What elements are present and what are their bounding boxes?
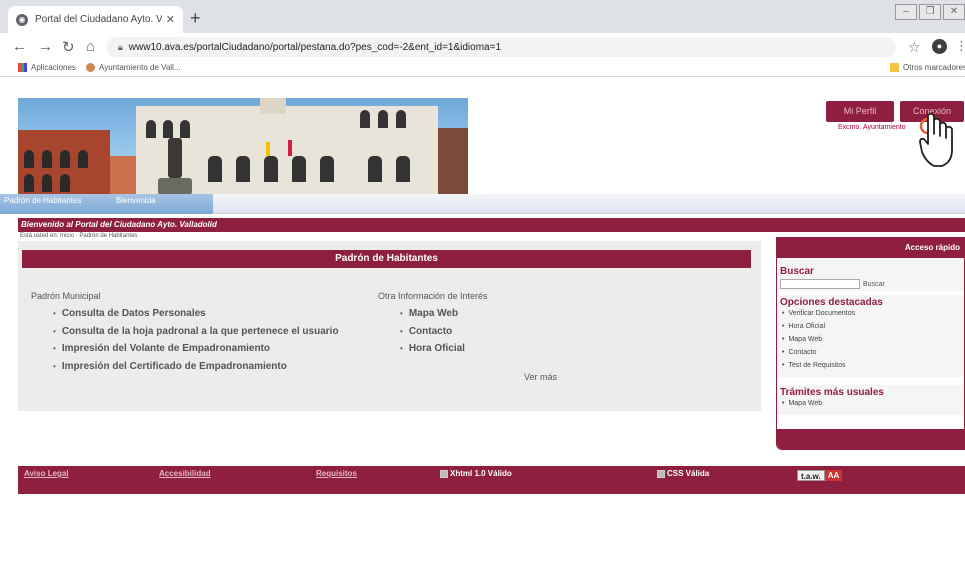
search-section: Buscar Buscar xyxy=(777,258,964,291)
url-text: www10.ava.es/portalCiudadano/portal/pest… xyxy=(128,42,501,53)
tramites-section: Trámites más usuales Mapa Web xyxy=(777,385,964,415)
site-favicon-icon xyxy=(86,63,95,72)
xhtml-badge[interactable]: Xhtml 1.0 Válido xyxy=(440,469,512,478)
breadcrumb: Está usted en: Inicio · Padrón de Habita… xyxy=(20,233,138,239)
quick-access-sidebar: Acceso rápido Buscar Buscar Opciones des… xyxy=(776,237,965,450)
section-nav: Padrón de Habitantes Bienvenida xyxy=(0,194,965,214)
taw-level: AA xyxy=(824,470,843,481)
ver-mas-link[interactable]: Ver más xyxy=(524,372,557,382)
window-controls: – ❐ ✕ xyxy=(895,4,965,22)
featured-title: Opciones destacadas xyxy=(780,297,883,308)
browser-menu-icon[interactable]: ⋮ xyxy=(955,38,965,54)
sidebar-title: Acceso rápido xyxy=(777,238,964,258)
bookmarks-bar: Aplicaciones Ayuntamiento de Vall... Otr… xyxy=(0,61,965,77)
tramites-title: Trámites más usuales xyxy=(780,387,884,398)
badge-label: CSS Válida xyxy=(667,469,710,478)
new-tab-button[interactable]: + xyxy=(190,8,201,29)
bookmark-star-icon[interactable]: ☆ xyxy=(908,39,921,56)
aviso-legal-link[interactable]: Aviso Legal xyxy=(24,469,69,478)
search-title: Buscar xyxy=(780,266,814,277)
browser-tab[interactable]: ◉ Portal del Ciudadano Ayto. Vallado ✕ xyxy=(8,6,183,33)
maximize-icon[interactable]: ❐ xyxy=(919,4,941,20)
window-close-icon[interactable]: ✕ xyxy=(943,4,965,20)
folder-icon xyxy=(890,63,899,72)
home-icon[interactable]: ⌂ xyxy=(86,38,95,55)
reload-icon[interactable]: ↻ xyxy=(62,38,75,56)
badge-label: Xhtml 1.0 Válido xyxy=(450,469,512,478)
apps-grid-icon xyxy=(18,63,27,72)
profile-icon[interactable]: ● xyxy=(932,39,947,54)
sidebar-item[interactable]: Hora Oficial xyxy=(780,323,961,336)
address-bar-row: ← → ↻ ⌂ 🔒︎ www10.ava.es/portalCiudadano/p… xyxy=(0,33,965,61)
back-icon[interactable]: ← xyxy=(12,38,27,55)
sidebar-item[interactable]: Verificar Documentos xyxy=(780,310,961,323)
bookmark-apps[interactable]: Aplicaciones xyxy=(18,63,76,72)
ayuntamiento-link[interactable]: Excmo. Ayuntamiento xyxy=(838,124,906,131)
otra-informacion-list: Mapa Web Contacto Hora Oficial xyxy=(400,308,465,361)
browser-tabbar: ◉ Portal del Ciudadano Ayto. Vallado ✕ +… xyxy=(0,0,965,33)
taw-logo: t.a.w. xyxy=(797,470,825,481)
sidebar-item[interactable]: Contacto xyxy=(780,349,961,362)
taw-badge[interactable]: t.a.w. AA xyxy=(797,470,843,481)
list-item[interactable]: Hora Oficial xyxy=(400,343,465,361)
tab-title: Portal del Ciudadano Ayto. Vallado xyxy=(35,14,162,25)
tab-bienvenida[interactable]: Bienvenida xyxy=(112,194,160,214)
globe-icon: ◉ xyxy=(16,13,28,26)
featured-section: Opciones destacadas Verificar Documentos… xyxy=(777,295,964,377)
padron-municipal-title: Padrón Municipal xyxy=(31,291,101,301)
bookmark-label: Ayuntamiento de Vall... xyxy=(99,63,181,72)
accesibilidad-link[interactable]: Accesibilidad xyxy=(159,469,211,478)
list-item[interactable]: Impresión del Certificado de Empadronami… xyxy=(53,361,339,379)
css-badge[interactable]: CSS Válida xyxy=(657,469,709,478)
minimize-icon[interactable]: – xyxy=(895,4,917,20)
list-item[interactable]: Consulta de Datos Personales xyxy=(53,308,339,326)
url-bar[interactable]: 🔒︎ www10.ava.es/portalCiudadano/portal/pe… xyxy=(106,37,896,57)
panel-title: Padrón de Habitantes xyxy=(22,250,751,268)
forward-icon[interactable]: → xyxy=(38,38,53,55)
broken-image-icon xyxy=(440,469,448,478)
close-tab-icon[interactable]: ✕ xyxy=(166,13,175,26)
sidebar-item[interactable]: Mapa Web xyxy=(780,336,961,349)
header-banner-image xyxy=(18,98,468,195)
list-item[interactable]: Impresión del Volante de Empadronamiento xyxy=(53,343,339,361)
requisitos-link[interactable]: Requisitos xyxy=(316,469,357,478)
sidebar-item[interactable]: Mapa Web xyxy=(780,400,961,413)
bookmark-label: Aplicaciones xyxy=(31,63,76,72)
hand-pointer-icon xyxy=(919,112,953,167)
broken-image-icon xyxy=(657,469,665,478)
list-item[interactable]: Contacto xyxy=(400,326,465,344)
tab-padron[interactable]: Padrón de Habitantes xyxy=(0,194,213,214)
sidebar-footer xyxy=(777,429,964,449)
otra-informacion-title: Otra Información de Interés xyxy=(378,291,488,301)
search-input[interactable] xyxy=(780,279,860,289)
search-button[interactable]: Buscar xyxy=(863,281,885,288)
bookmark-label: Otros marcadores xyxy=(903,63,965,72)
sidebar-item[interactable]: Test de Requisitos xyxy=(780,362,961,375)
list-item[interactable]: Mapa Web xyxy=(400,308,465,326)
welcome-bar: Bienvenido al Portal del Ciudadano Ayto.… xyxy=(18,218,965,232)
lock-icon: 🔒︎ xyxy=(118,42,123,52)
tab-label: Padrón de Habitantes xyxy=(4,196,82,205)
bookmark-ayuntamiento[interactable]: Ayuntamiento de Vall... xyxy=(86,63,181,72)
list-item[interactable]: Consulta de la hoja padronal a la que pe… xyxy=(53,326,339,344)
padron-municipal-list: Consulta de Datos Personales Consulta de… xyxy=(53,308,339,378)
bookmark-other[interactable]: Otros marcadores xyxy=(890,63,965,72)
padron-panel: Padrón de Habitantes Padrón Municipal Co… xyxy=(18,241,761,411)
mi-perfil-button[interactable]: Mi Perfil xyxy=(826,101,894,122)
